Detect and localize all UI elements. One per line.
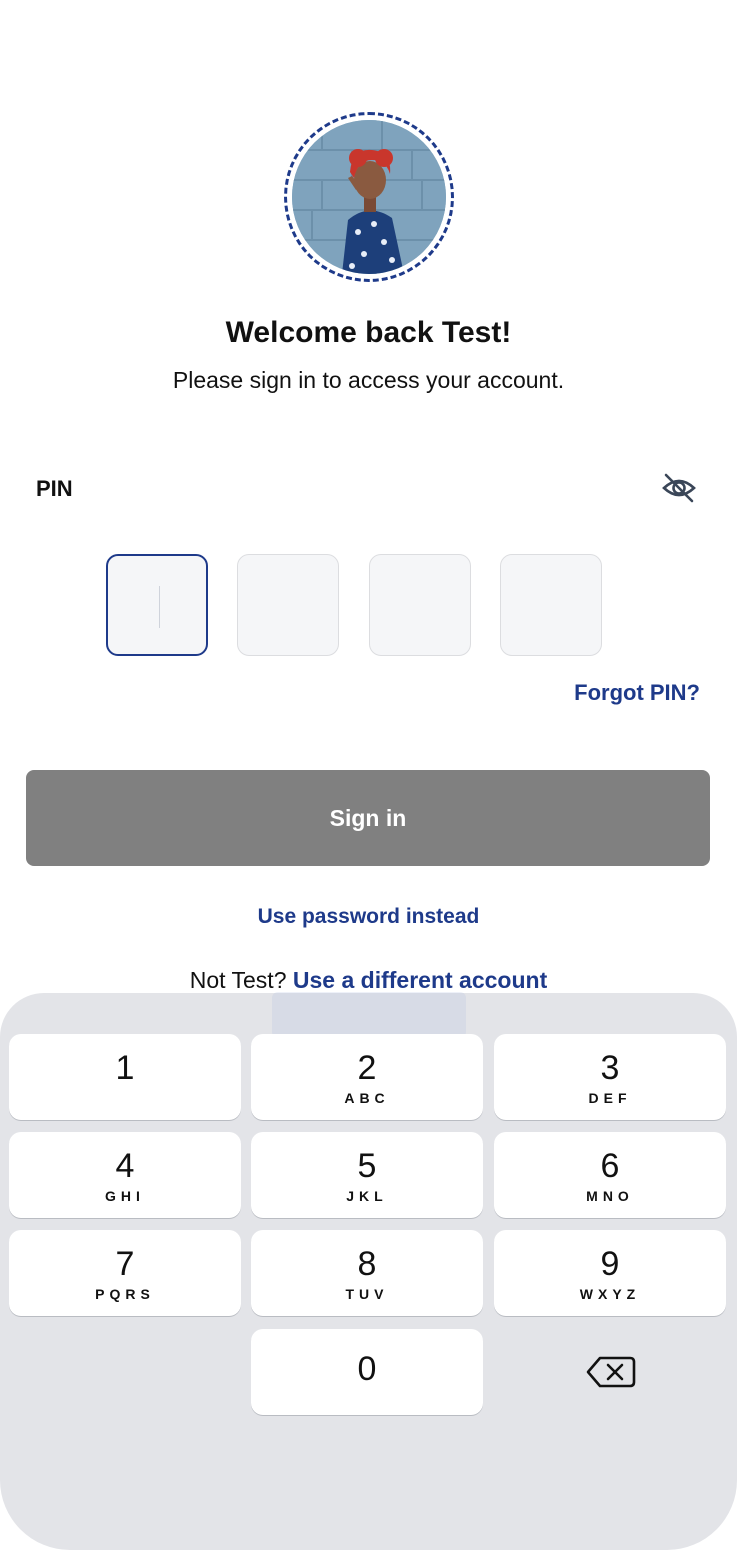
key-6[interactable]: 6 MNO	[494, 1132, 726, 1218]
pin-digit-2[interactable]	[237, 554, 339, 656]
welcome-subtitle: Please sign in to access your account.	[172, 367, 565, 393]
forgot-pin-link[interactable]: Forgot PIN?	[574, 680, 700, 706]
pin-digit-1[interactable]	[106, 554, 208, 656]
key-digit: 8	[357, 1245, 377, 1283]
key-digit: 1	[115, 1049, 135, 1087]
key-digit: 7	[115, 1245, 135, 1283]
avatar	[292, 120, 446, 274]
key-letters: GHI	[105, 1188, 145, 1204]
avatar-frame	[284, 112, 454, 282]
not-user-line: Not Test? Use a different account	[0, 967, 737, 994]
key-letters: WXYZ	[579, 1286, 641, 1302]
key-letters: TUV	[345, 1286, 389, 1302]
key-digit: 0	[357, 1350, 377, 1388]
key-2[interactable]: 2 ABC	[251, 1034, 483, 1120]
text-caret	[159, 586, 160, 628]
eye-off-icon[interactable]	[660, 470, 698, 506]
different-account-link[interactable]: Use a different account	[293, 967, 547, 993]
key-digit: 2	[357, 1049, 377, 1087]
key-3[interactable]: 3 DEF	[494, 1034, 726, 1120]
key-letters: JKL	[346, 1188, 388, 1204]
key-1[interactable]: 1	[9, 1034, 241, 1120]
key-digit: 9	[600, 1245, 620, 1283]
key-letters: ABC	[344, 1090, 390, 1106]
use-password-link[interactable]: Use password instead	[0, 905, 737, 929]
key-digit: 3	[600, 1049, 620, 1087]
key-letters: DEF	[588, 1090, 632, 1106]
key-4[interactable]: 4 GHI	[9, 1132, 241, 1218]
key-digit: 6	[600, 1147, 620, 1185]
backspace-icon[interactable]	[580, 1352, 640, 1392]
avatar-photo	[292, 120, 446, 274]
key-0[interactable]: 0	[251, 1329, 483, 1415]
not-user-text: Not Test?	[189, 967, 287, 993]
key-digit: 4	[115, 1147, 135, 1185]
key-9[interactable]: 9 WXYZ	[494, 1230, 726, 1316]
key-7[interactable]: 7 PQRS	[9, 1230, 241, 1316]
key-digit: 5	[357, 1147, 377, 1185]
pin-label: PIN	[36, 476, 73, 501]
key-letters: PQRS	[95, 1286, 155, 1302]
key-letters: MNO	[586, 1188, 634, 1204]
sign-in-button[interactable]: Sign in	[26, 770, 710, 866]
welcome-title: Welcome back Test!	[225, 316, 512, 349]
pin-digit-4[interactable]	[500, 554, 602, 656]
keypad-overlay-highlight	[272, 992, 466, 1038]
key-5[interactable]: 5 JKL	[251, 1132, 483, 1218]
key-8[interactable]: 8 TUV	[251, 1230, 483, 1316]
pin-digit-3[interactable]	[369, 554, 471, 656]
